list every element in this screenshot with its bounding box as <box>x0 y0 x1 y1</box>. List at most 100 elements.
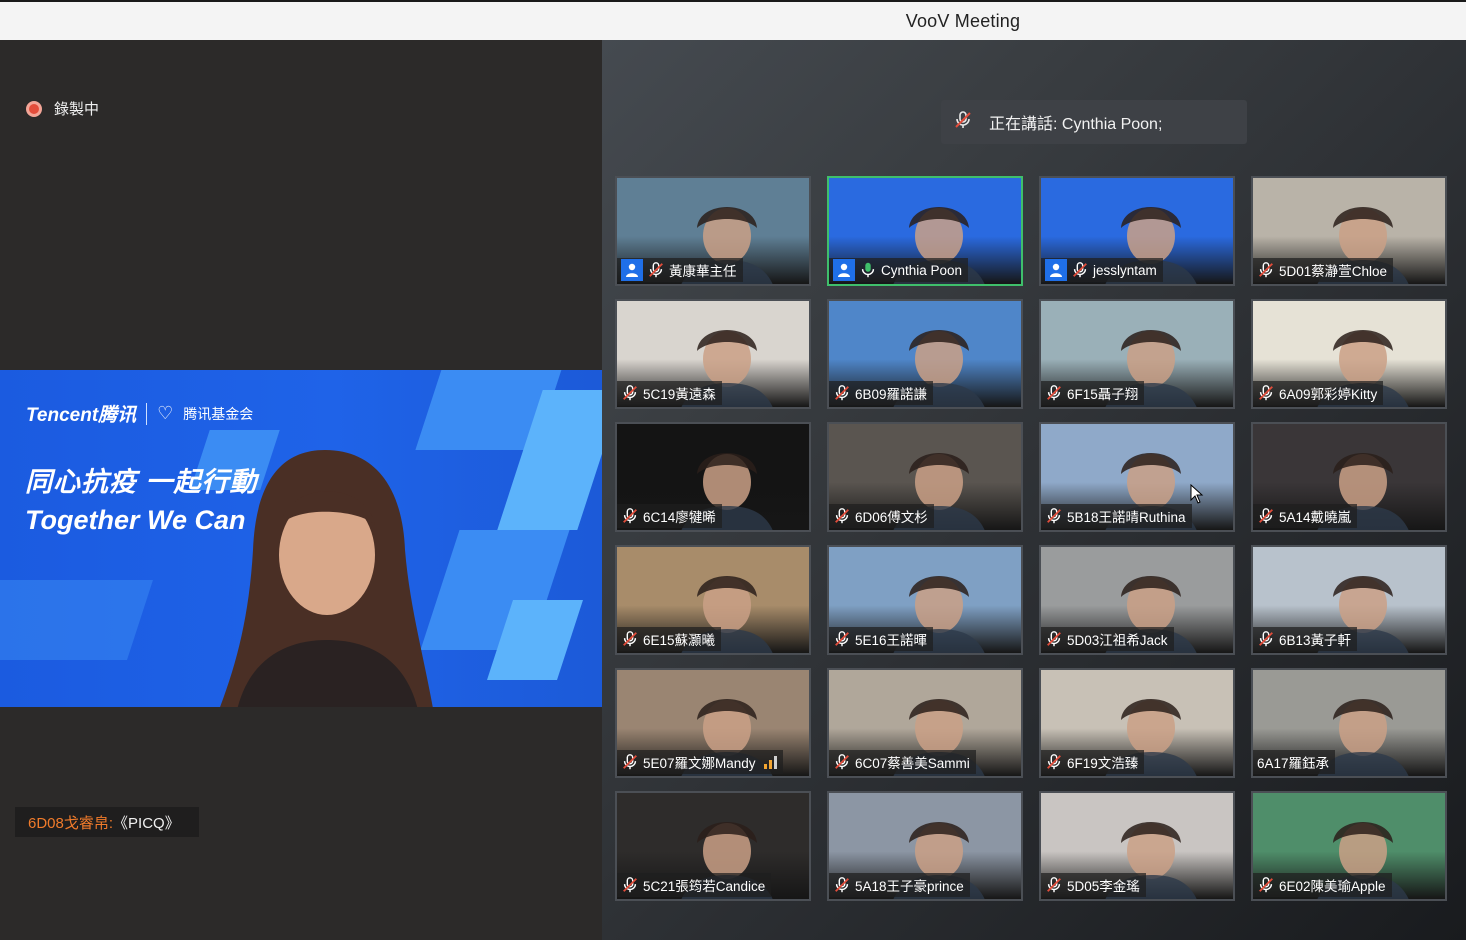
participant-name-bar: 5D03江祖希Jack <box>1041 627 1174 651</box>
participant-tile[interactable]: 6A17羅鈺承 <box>1251 668 1447 778</box>
participant-name: 5A18王子豪prince <box>855 879 964 894</box>
participant-name-bar: 6C14廖犍晞 <box>617 504 722 528</box>
participant-name-bar: jesslyntam <box>1041 258 1163 282</box>
participant-tile[interactable]: 5B18王諾晴Ruthina <box>1039 422 1235 532</box>
participant-tile[interactable]: 5E07羅文娜Mandy <box>615 668 811 778</box>
speaker-silhouette <box>220 450 433 707</box>
mic-muted-icon <box>621 753 639 771</box>
participant-name-bar: Cynthia Poon <box>829 258 969 282</box>
participant-name: 5D03江祖希Jack <box>1067 633 1168 648</box>
mic-on-icon <box>859 261 877 279</box>
logo-foundation: 腾讯基金会 <box>183 405 254 422</box>
participant-name: 6E02陳美瑜Apple <box>1279 879 1386 894</box>
participant-name: 5B18王諾晴Ruthina <box>1067 510 1186 525</box>
chat-sender: 6D08戈睿帛: <box>28 814 114 832</box>
participant-name: 6B13黃子軒 <box>1279 633 1352 648</box>
participant-name: 5D05李金瑤 <box>1067 879 1140 894</box>
title-bar: VooV Meeting <box>0 0 1466 40</box>
mic-muted-icon <box>1071 261 1089 279</box>
participant-name-bar: 5E07羅文娜Mandy <box>617 750 783 774</box>
mic-muted-icon <box>1045 630 1063 648</box>
participant-name: jesslyntam <box>1093 262 1157 278</box>
mic-muted-icon <box>1045 507 1063 525</box>
mic-muted-icon <box>1257 876 1275 894</box>
participant-name: 黃康華主任 <box>669 264 737 279</box>
mic-muted-icon <box>833 507 851 525</box>
participant-name-bar: 6F19文浩臻 <box>1041 750 1145 774</box>
mic-muted-icon <box>621 630 639 648</box>
participant-tile[interactable]: 5D03江祖希Jack <box>1039 545 1235 655</box>
window-title: VooV Meeting <box>905 11 1021 31</box>
main-video[interactable]: Tencent腾讯 ♡ 腾讯基金会 同心抗疫 一起行動 Together We … <box>0 370 602 707</box>
participant-name-bar: 6C07蔡善美Sammi <box>829 750 976 774</box>
participant-name-bar: 6A17羅鈺承 <box>1253 750 1336 774</box>
participant-tile[interactable]: 6B13黃子軒 <box>1251 545 1447 655</box>
participant-name: 6C07蔡善美Sammi <box>855 756 970 771</box>
participant-tile[interactable]: 6B09羅諾謙 <box>827 299 1023 409</box>
participant-tile[interactable]: 5C21張筠若Candice <box>615 791 811 901</box>
participant-name: 5E16王諾暉 <box>855 633 928 648</box>
participant-tile[interactable]: 黃康華主任 <box>615 176 811 286</box>
participant-tile[interactable]: 6D06傅文杉 <box>827 422 1023 532</box>
mic-muted-icon <box>833 384 851 402</box>
participant-tile[interactable]: 6C07蔡善美Sammi <box>827 668 1023 778</box>
mouse-cursor-icon <box>1190 484 1204 504</box>
record-icon <box>26 100 42 117</box>
mic-muted-icon <box>1257 261 1275 279</box>
participant-name: 6F19文浩臻 <box>1067 756 1139 771</box>
participant-tile[interactable]: Cynthia Poon <box>827 176 1023 286</box>
participant-tile[interactable]: 5A14戴曉嵐 <box>1251 422 1447 532</box>
participant-tile[interactable]: 5A18王子豪prince <box>827 791 1023 901</box>
mic-muted-icon <box>621 507 639 525</box>
mic-muted-icon <box>953 110 973 135</box>
participant-name-bar: 6E15蘇灝曦 <box>617 627 722 651</box>
participant-name: 6B09羅諾謙 <box>855 387 928 402</box>
participant-name: 5D01蔡瀞萱Chloe <box>1279 264 1388 279</box>
participant-name-bar: 5C19黃遠森 <box>617 381 722 405</box>
participant-name-bar: 5B18王諾晴Ruthina <box>1041 504 1192 528</box>
mic-muted-icon <box>1257 384 1275 402</box>
mic-muted-icon <box>833 753 851 771</box>
participant-tile[interactable]: 6E02陳美瑜Apple <box>1251 791 1447 901</box>
chat-text: 《PICQ》 <box>113 814 180 832</box>
participant-name-bar: 5D01蔡瀞萱Chloe <box>1253 258 1394 282</box>
participant-name: 5C19黃遠森 <box>643 387 716 402</box>
participant-tile[interactable]: 5E16王諾暉 <box>827 545 1023 655</box>
participant-name-bar: 6E02陳美瑜Apple <box>1253 873 1392 897</box>
participant-name-bar: 黃康華主任 <box>617 258 743 282</box>
speaking-banner: 正在講話: Cynthia Poon; <box>941 100 1247 144</box>
participant-name: 5E07羅文娜Mandy <box>643 756 756 771</box>
mic-muted-icon <box>1045 876 1063 894</box>
chat-message[interactable]: 6D08戈睿帛: 《PICQ》 <box>15 807 199 837</box>
participant-name-bar: 5A18王子豪prince <box>829 873 970 897</box>
participant-name: 5C21張筠若Candice <box>643 879 766 894</box>
participant-name: Cynthia Poon <box>881 262 963 278</box>
participant-name-bar: 6F15聶子翔 <box>1041 381 1145 405</box>
participant-name: 6A09郭彩婷Kitty <box>1279 387 1378 402</box>
speaking-text: 正在講話: Cynthia Poon; <box>989 116 1163 133</box>
mic-muted-icon <box>1257 507 1275 525</box>
participant-tile[interactable]: 5D01蔡瀞萱Chloe <box>1251 176 1447 286</box>
participant-tile[interactable]: 6F15聶子翔 <box>1039 299 1235 409</box>
user-icon <box>1045 259 1067 281</box>
heart-icon: ♡ <box>157 403 174 423</box>
recording-indicator[interactable]: 錄製中 <box>26 98 99 119</box>
mic-muted-icon <box>1257 630 1275 648</box>
mic-muted-icon <box>647 261 665 279</box>
participant-name-bar: 6B13黃子軒 <box>1253 627 1358 651</box>
participant-tile[interactable]: jesslyntam <box>1039 176 1235 286</box>
participant-name-bar: 5C21張筠若Candice <box>617 873 772 897</box>
participant-name-bar: 5A14戴曉嵐 <box>1253 504 1358 528</box>
mic-muted-icon <box>621 384 639 402</box>
user-icon <box>621 259 643 281</box>
participant-tile[interactable]: 6C14廖犍晞 <box>615 422 811 532</box>
mic-muted-icon <box>621 876 639 894</box>
participant-tile[interactable]: 5C19黃遠森 <box>615 299 811 409</box>
participant-tile[interactable]: 6A09郭彩婷Kitty <box>1251 299 1447 409</box>
participant-name: 6E15蘇灝曦 <box>643 633 716 648</box>
participant-tile[interactable]: 6F19文浩臻 <box>1039 668 1235 778</box>
tencent-logo: Tencent腾讯 ♡ 腾讯基金会 <box>26 400 253 427</box>
participant-tile[interactable]: 5D05李金瑤 <box>1039 791 1235 901</box>
participant-name-bar: 5E16王諾暉 <box>829 627 934 651</box>
participant-tile[interactable]: 6E15蘇灝曦 <box>615 545 811 655</box>
